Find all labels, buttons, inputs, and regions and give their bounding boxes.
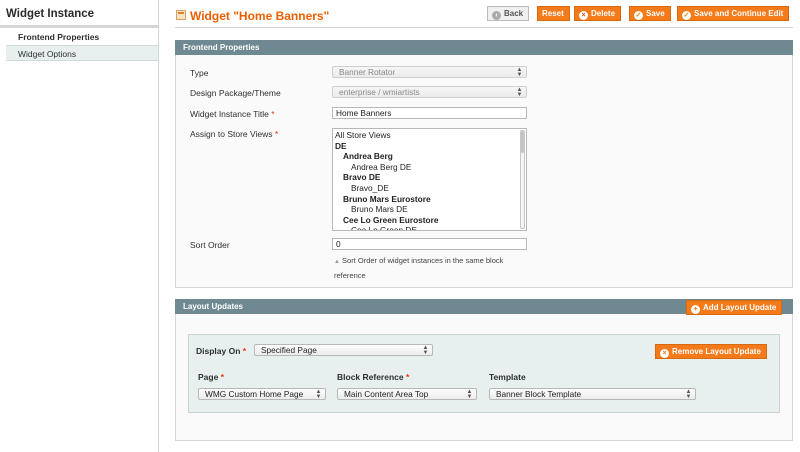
back-button-label: Back	[504, 9, 524, 18]
store-view-option[interactable]: Andrea Berg DE	[334, 162, 526, 173]
sidebar-item-widget-options[interactable]: Widget Options	[6, 45, 158, 61]
delete-button[interactable]: × Delete	[574, 6, 622, 21]
store-views-label: Assign to Store Views *	[190, 129, 278, 139]
template-select-value: Banner Block Template	[496, 389, 582, 399]
required-asterisk: *	[220, 372, 225, 382]
select-arrows-icon: ▲ ▼	[422, 345, 429, 356]
widget-title-label: Widget Instance Title *	[190, 109, 275, 119]
sidebar-item-frontend-properties[interactable]: Frontend Properties	[6, 29, 158, 45]
select-arrows-icon: ▲ ▼	[315, 389, 322, 400]
page-label-text: Page	[198, 372, 219, 382]
store-view-group: Cee Lo Green Eurostore	[343, 214, 439, 225]
select-arrows-icon: ▲ ▼	[685, 389, 692, 400]
store-views-scrollbar[interactable]	[520, 130, 525, 229]
save-check-icon: ✓	[634, 11, 643, 20]
reset-button-label: Reset	[542, 9, 564, 18]
select-arrows-icon: ▲ ▼	[516, 67, 523, 78]
store-view-option[interactable]: Bravo_DE	[334, 183, 526, 194]
store-view-group: Bruno Mars Eurostore	[343, 193, 431, 204]
required-asterisk: *	[271, 109, 275, 119]
design-package-value: enterprise / wmiartists	[339, 87, 420, 97]
store-views-label-text: Assign to Store Views	[190, 129, 273, 139]
sort-order-label: Sort Order	[190, 240, 230, 250]
widget-icon	[176, 10, 186, 20]
widget-title-label-text: Widget Instance Title	[190, 109, 269, 119]
sort-order-note: ▲ Sort Order of widget instances in the …	[334, 254, 534, 282]
page-select[interactable]: WMG Custom Home Page ▲ ▼	[198, 388, 326, 400]
page-select-value: WMG Custom Home Page	[205, 389, 304, 399]
header-divider	[175, 27, 793, 28]
display-on-select[interactable]: Specified Page ▲ ▼	[254, 344, 433, 356]
required-asterisk: *	[242, 346, 247, 356]
block-reference-label-text: Block Reference	[337, 372, 404, 382]
add-plus-icon: +	[691, 305, 700, 314]
display-on-label: Display On *	[196, 346, 246, 356]
back-arrow-icon: ‹	[492, 11, 501, 20]
sidebar-divider	[0, 25, 158, 28]
sidebar-title: Widget Instance	[6, 8, 95, 20]
remove-layout-update-button[interactable]: × Remove Layout Update	[655, 344, 767, 359]
template-select[interactable]: Banner Block Template ▲ ▼	[489, 388, 696, 400]
store-views-multiselect[interactable]: All Store Views DE Andrea Berg Andrea Berg …	[332, 128, 527, 231]
frontend-properties-header: Frontend Properties	[175, 40, 793, 55]
block-reference-value: Main Content Area Top	[344, 389, 429, 399]
type-select: Banner Rotator ▲ ▼	[332, 66, 527, 78]
remove-x-icon: ×	[660, 349, 669, 358]
select-arrows-icon: ▲ ▼	[466, 389, 473, 400]
store-view-option[interactable]: Cee Lo Green DE	[334, 225, 526, 230]
delete-button-label: Delete	[591, 9, 616, 18]
required-asterisk: *	[274, 129, 279, 139]
sort-order-note-text: Sort Order of widget instances in the sa…	[334, 256, 504, 280]
design-package-label: Design Package/Theme	[190, 88, 281, 98]
store-view-option[interactable]: All Store Views	[334, 130, 526, 141]
sidebar: Widget Instance Frontend Properties Widg…	[0, 0, 159, 452]
add-layout-update-button[interactable]: + Add Layout Update	[686, 300, 783, 315]
save-button-label: Save	[646, 9, 665, 18]
store-views-options: All Store Views DE Andrea Berg Andrea Berg …	[333, 129, 526, 230]
widget-title-input[interactable]: Home Banners	[332, 107, 527, 119]
page-label: Page *	[198, 372, 224, 382]
select-arrows-icon: ▲ ▼	[516, 87, 523, 98]
store-view-group: DE	[335, 140, 347, 151]
type-select-value: Banner Rotator	[339, 67, 396, 77]
note-triangle-icon: ▲	[334, 259, 340, 265]
add-layout-update-label: Add Layout Update	[703, 303, 777, 312]
required-asterisk: *	[406, 372, 410, 382]
save-button[interactable]: ✓ Save	[629, 6, 671, 21]
delete-x-icon: ×	[579, 11, 588, 20]
template-label: Template	[489, 372, 526, 382]
store-view-option[interactable]: Bruno Mars DE	[334, 204, 526, 215]
block-reference-label: Block Reference *	[337, 372, 409, 382]
store-view-group: Bravo DE	[343, 172, 381, 183]
type-label: Type	[190, 68, 209, 78]
back-button[interactable]: ‹ Back	[487, 6, 530, 21]
reset-button[interactable]: Reset	[537, 6, 570, 21]
remove-layout-update-label: Remove Layout Update	[672, 347, 761, 356]
block-reference-select[interactable]: Main Content Area Top ▲ ▼	[337, 388, 477, 400]
display-on-value: Specified Page	[261, 345, 317, 355]
store-view-group: Andrea Berg	[343, 151, 393, 162]
store-views-scrollbar-thumb[interactable]	[521, 131, 524, 153]
sort-order-input[interactable]: 0	[332, 238, 527, 250]
display-on-label-text: Display On	[196, 346, 241, 356]
save-continue-check-icon: ✓	[682, 11, 691, 20]
design-package-select: enterprise / wmiartists ▲ ▼	[332, 86, 527, 98]
page-title: Widget "Home Banners"	[190, 9, 330, 23]
save-and-continue-label: Save and Continue Edit	[694, 9, 784, 18]
save-and-continue-button[interactable]: ✓ Save and Continue Edit	[677, 6, 790, 21]
